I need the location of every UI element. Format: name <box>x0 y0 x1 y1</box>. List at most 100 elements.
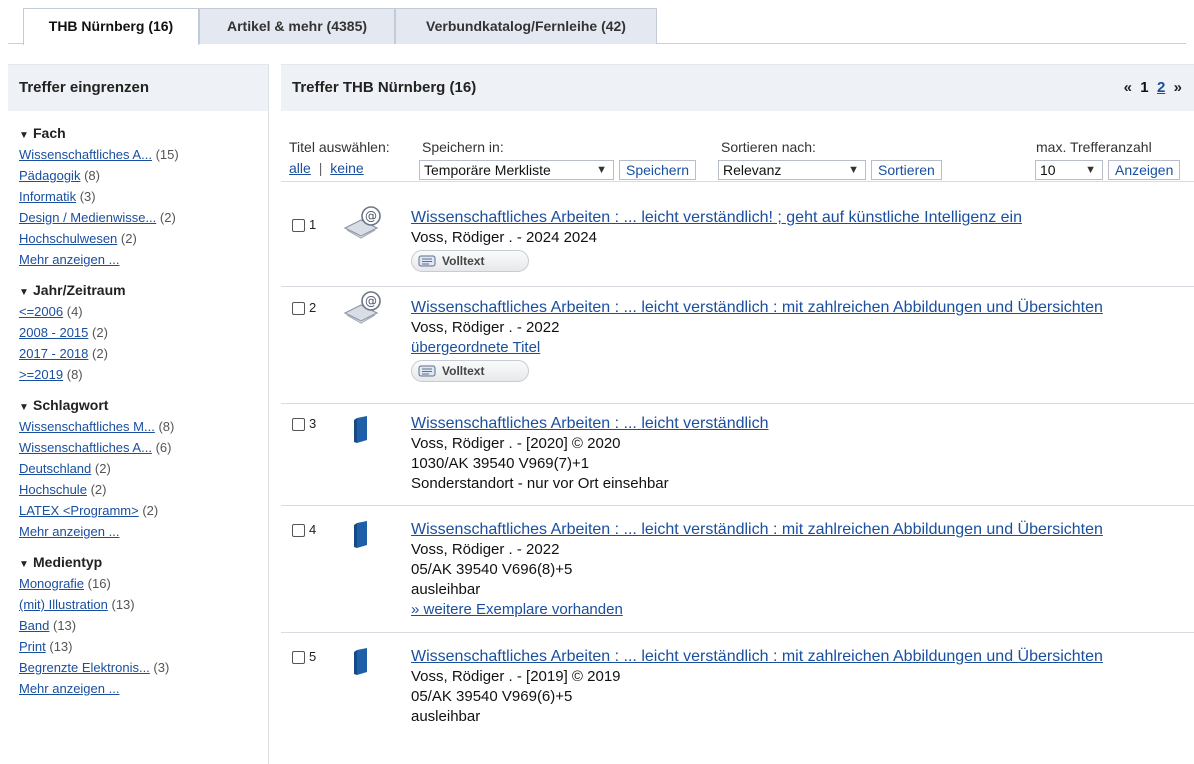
triangle-down-icon: ▼ <box>19 130 29 141</box>
result-title-link[interactable]: Wissenschaftliches Arbeiten : ... leicht… <box>411 414 769 434</box>
facet-item[interactable]: Wissenschaftliches A... (6) <box>19 437 268 458</box>
result-author: Voss, Rödiger . - 2022 <box>411 319 560 336</box>
result-title-link[interactable]: Wissenschaftliches Arbeiten : ... leicht… <box>411 520 1103 540</box>
triangle-down-icon: ▼ <box>19 559 29 570</box>
facet-item[interactable]: Band (13) <box>19 615 268 636</box>
facet-item[interactable]: Deutschland (2) <box>19 458 268 479</box>
chevron-down-icon: ▼ <box>596 164 607 176</box>
book-icon <box>354 416 367 443</box>
chevron-down-icon: ▼ <box>848 164 859 176</box>
result-number: 2 <box>309 300 317 315</box>
facet-item[interactable]: Hochschule (2) <box>19 479 268 500</box>
result-author: Voss, Rödiger . - 2024 2024 <box>411 229 597 246</box>
show-button[interactable]: Anzeigen <box>1108 160 1181 180</box>
result-author: Voss, Rödiger . - [2020] © 2020 <box>411 435 621 452</box>
result-number: 1 <box>309 217 317 232</box>
max-results-select[interactable]: 10 ▼ <box>1035 160 1103 180</box>
tab-artikel-mehr[interactable]: Artikel & mehr (4385) <box>199 8 395 44</box>
result-checkbox[interactable] <box>292 524 305 537</box>
select-none-link[interactable]: keine <box>330 160 363 176</box>
result-title-link[interactable]: Wissenschaftliches Arbeiten : ... leicht… <box>411 298 1103 318</box>
facet-item[interactable]: Wissenschaftliches A... (15) <box>19 144 268 165</box>
search-scope-tabs: THB Nürnberg (16) Artikel & mehr (4385) … <box>0 0 1194 45</box>
facet-more-link[interactable]: Mehr anzeigen ... <box>19 249 268 270</box>
facet-title-schlagwort[interactable]: ▼ Schlagwort <box>19 397 268 413</box>
book-icon <box>354 521 367 548</box>
pager-prev[interactable]: « <box>1124 79 1132 96</box>
facet-schlagwort: ▼ Schlagwort Wissenschaftliches M... (8) … <box>8 397 268 542</box>
save-in-select[interactable]: Temporäre Merkliste ▼ <box>419 160 614 180</box>
result-title-link[interactable]: Wissenschaftliches Arbeiten : ... leicht… <box>411 647 1103 667</box>
result-body: Wissenschaftliches Arbeiten : ... leicht… <box>411 520 1103 620</box>
facet-item[interactable]: Print (13) <box>19 636 268 657</box>
result-body: Wissenschaftliches Arbeiten : ... leicht… <box>411 298 1103 382</box>
volltext-button[interactable]: Volltext <box>411 250 529 272</box>
facet-title-jahr[interactable]: ▼ Jahr/Zeitraum <box>19 282 268 298</box>
facet-item[interactable]: Pädagogik (8) <box>19 165 268 186</box>
results-panel: Treffer THB Nürnberg (16) « 1 2 » Titel … <box>281 64 1194 753</box>
pager-page-2[interactable]: 2 <box>1157 79 1165 96</box>
sort-select[interactable]: Relevanz ▼ <box>718 160 866 180</box>
facet-more-link[interactable]: Mehr anzeigen ... <box>19 521 268 542</box>
facet-more-link[interactable]: Mehr anzeigen ... <box>19 678 268 699</box>
result-title-link[interactable]: Wissenschaftliches Arbeiten : ... leicht… <box>411 208 1022 228</box>
result-call-number: 1030/AK 39540 V969(7)+1 <box>411 455 590 472</box>
result-row: 4 Wissenschaftliches Arbeiten : ... leic… <box>281 506 1194 633</box>
result-availability: Sonderstandort - nur vor Ort einsehbar <box>411 475 669 492</box>
result-call-number: 05/AK 39540 V969(6)+5 <box>411 688 573 705</box>
select-title-label: Titel auswählen: <box>289 139 390 155</box>
results-controls: Titel auswählen: alle | keine Speichern … <box>281 111 1194 182</box>
save-in-label: Speichern in: <box>422 139 504 155</box>
facet-item[interactable]: Design / Medienwisse... (2) <box>19 207 268 228</box>
result-author: Voss, Rödiger . - [2019] © 2019 <box>411 668 621 685</box>
facet-sidebar: Treffer eingrenzen ▼ Fach Wissenschaftlic… <box>8 64 269 764</box>
facet-item[interactable]: Hochschulwesen (2) <box>19 228 268 249</box>
book-icon <box>354 648 367 675</box>
result-number: 3 <box>309 416 317 431</box>
facet-title-fach[interactable]: ▼ Fach <box>19 125 268 141</box>
fulltext-document-icon <box>418 365 436 377</box>
facet-item[interactable]: (mit) Illustration (13) <box>19 594 268 615</box>
facet-item[interactable]: 2008 - 2015 (2) <box>19 322 268 343</box>
sort-button[interactable]: Sortieren <box>871 160 942 180</box>
result-checkbox[interactable] <box>292 219 305 232</box>
save-button[interactable]: Speichern <box>619 160 697 180</box>
tab-verbundkatalog[interactable]: Verbundkatalog/Fernleihe (42) <box>395 8 657 44</box>
result-availability: ausleihbar <box>411 581 481 598</box>
svg-text:@: @ <box>365 209 377 223</box>
facet-item[interactable]: >=2019 (8) <box>19 364 268 385</box>
result-checkbox[interactable] <box>292 651 305 664</box>
result-number: 5 <box>309 649 317 664</box>
result-author: Voss, Rödiger . - 2022 <box>411 541 560 558</box>
facet-item[interactable]: 2017 - 2018 (2) <box>19 343 268 364</box>
select-links: alle | keine <box>289 160 364 176</box>
triangle-down-icon: ▼ <box>19 287 29 298</box>
chevron-down-icon: ▼ <box>1085 164 1096 176</box>
result-body: Wissenschaftliches Arbeiten : ... leicht… <box>411 647 1103 727</box>
facet-item[interactable]: Wissenschaftliches M... (8) <box>19 416 268 437</box>
pager-next[interactable]: » <box>1174 79 1182 96</box>
facet-item[interactable]: <=2006 (4) <box>19 301 268 322</box>
result-body: Wissenschaftliches Arbeiten : ... leicht… <box>411 208 1022 272</box>
result-number: 4 <box>309 522 317 537</box>
result-row: 5 Wissenschaftliches Arbeiten : ... leic… <box>281 633 1194 753</box>
facet-item[interactable]: Begrenzte Elektronis... (3) <box>19 657 268 678</box>
triangle-down-icon: ▼ <box>19 402 29 413</box>
result-body: Wissenschaftliches Arbeiten : ... leicht… <box>411 414 769 494</box>
facet-item[interactable]: Informatik (3) <box>19 186 268 207</box>
result-row: 2 @ Wissenschaftliches Arbeiten : ... le… <box>281 287 1194 404</box>
parent-title-link[interactable]: übergeordnete Titel <box>411 338 1103 358</box>
result-availability: ausleihbar <box>411 708 481 725</box>
tab-thb-nuernberg[interactable]: THB Nürnberg (16) <box>23 8 199 45</box>
select-all-link[interactable]: alle <box>289 160 311 176</box>
facet-item[interactable]: Monografie (16) <box>19 573 268 594</box>
more-copies-link[interactable]: » weitere Exemplare vorhanden <box>411 600 1103 620</box>
facet-item[interactable]: LATEX <Programm> (2) <box>19 500 268 521</box>
results-title: Treffer THB Nürnberg (16) <box>292 79 477 96</box>
result-row: 1 @ Wissenschaftliches Arbeiten : ... le… <box>281 182 1194 287</box>
result-checkbox[interactable] <box>292 418 305 431</box>
facet-title-medientyp[interactable]: ▼ Medientyp <box>19 554 268 570</box>
max-results-label: max. Trefferanzahl <box>1036 139 1152 155</box>
result-checkbox[interactable] <box>292 302 305 315</box>
volltext-button[interactable]: Volltext <box>411 360 529 382</box>
